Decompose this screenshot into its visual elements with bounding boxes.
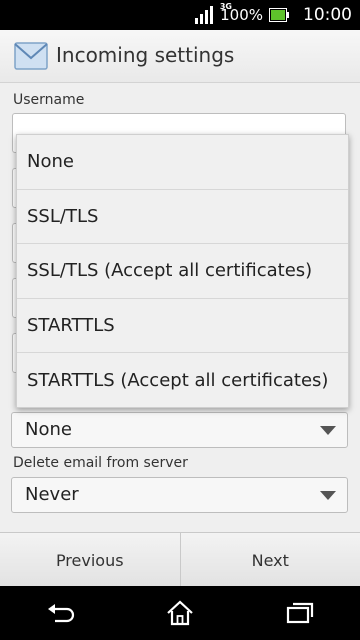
dropdown-option[interactable]: SSL/TLS (Accept all certificates) bbox=[17, 244, 348, 299]
chevron-down-icon bbox=[320, 426, 336, 435]
dropdown-option[interactable]: STARTTLS bbox=[17, 299, 348, 354]
back-button[interactable] bbox=[35, 593, 85, 633]
page-title: Incoming settings bbox=[56, 43, 235, 67]
delete-email-label: Delete email from server bbox=[13, 455, 188, 471]
recent-apps-icon bbox=[286, 602, 314, 624]
next-button[interactable]: Next bbox=[179, 533, 360, 587]
previous-button[interactable]: Previous bbox=[0, 533, 180, 587]
home-icon bbox=[167, 600, 193, 626]
battery-icon bbox=[269, 8, 289, 22]
battery-percent: 100% bbox=[220, 6, 263, 24]
signal-icon bbox=[195, 6, 214, 24]
security-type-dropdown: None SSL/TLS SSL/TLS (Accept all certifi… bbox=[16, 134, 349, 408]
delete-email-select[interactable]: Never bbox=[11, 477, 348, 513]
clock: 10:00 bbox=[303, 5, 352, 25]
mail-envelope-icon bbox=[14, 42, 48, 70]
dropdown-option[interactable]: None bbox=[17, 135, 348, 190]
home-button[interactable] bbox=[155, 593, 205, 633]
button-bar: Previous Next bbox=[0, 532, 360, 587]
dropdown-option[interactable]: STARTTLS (Accept all certificates) bbox=[17, 353, 348, 408]
username-label: Username bbox=[13, 92, 85, 108]
action-bar: Incoming settings bbox=[0, 30, 360, 83]
delete-email-value: Never bbox=[25, 484, 79, 505]
status-bar: 3G 100% 10:00 bbox=[0, 0, 360, 30]
security-type-select[interactable]: None bbox=[11, 412, 348, 448]
navigation-bar bbox=[0, 586, 360, 640]
recent-apps-button[interactable] bbox=[275, 593, 325, 633]
dropdown-option[interactable]: SSL/TLS bbox=[17, 190, 348, 245]
back-icon bbox=[48, 604, 75, 623]
chevron-down-icon bbox=[320, 491, 336, 500]
security-type-value: None bbox=[25, 419, 72, 440]
